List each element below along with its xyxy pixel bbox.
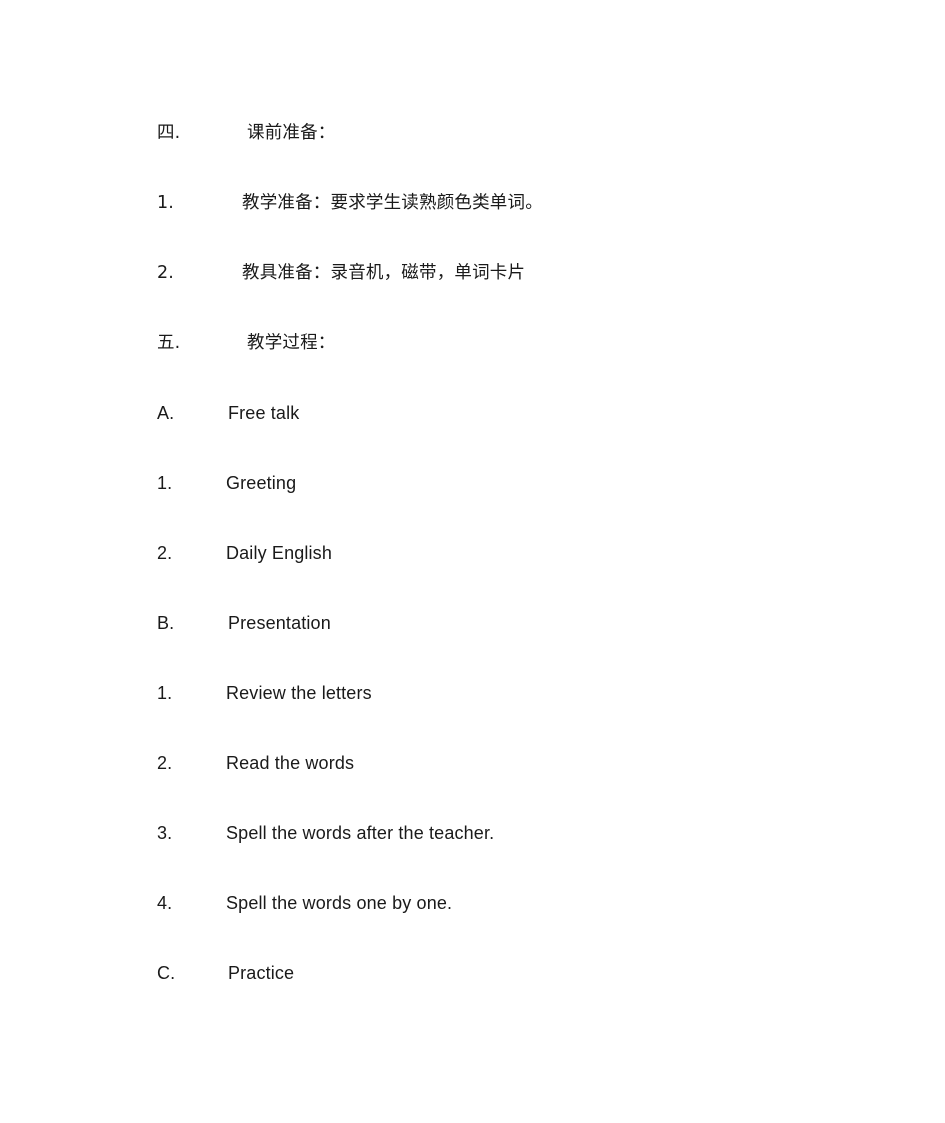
outline-line: A. Free talk <box>0 378 945 448</box>
outline-line: 四. 课前准备： <box>0 98 945 168</box>
list-content: Presentation <box>228 613 331 633</box>
list-marker: 五. <box>157 333 181 353</box>
list-marker: 1. <box>157 473 173 493</box>
outline-line: 五. 教学过程： <box>0 308 945 378</box>
list-marker: 四. <box>157 123 181 143</box>
outline-line: 1. Review the letters <box>0 658 945 728</box>
list-content: 教具准备：录音机，磁带，单词卡片 <box>242 263 526 283</box>
outline-line: 1. 教学准备：要求学生读熟颜色类单词。 <box>0 168 945 238</box>
list-content: 课前准备： <box>247 123 336 143</box>
list-content: Review the letters <box>226 683 372 703</box>
document-body: 四. 课前准备： 1. 教学准备：要求学生读熟颜色类单词。 2. 教具准备：录音… <box>0 98 945 1008</box>
list-content: Daily English <box>226 543 332 563</box>
outline-line: 3. Spell the words after the teacher. <box>0 798 945 868</box>
list-marker: A. <box>157 403 175 423</box>
list-content: 教学过程： <box>247 333 336 353</box>
list-content: Practice <box>228 963 295 983</box>
list-content: Greeting <box>226 473 297 493</box>
list-content: Spell the words after the teacher. <box>226 823 495 843</box>
list-content: Spell the words one by one. <box>226 893 453 913</box>
outline-line: 2. 教具准备：录音机，磁带，单词卡片 <box>0 238 945 308</box>
list-content: Free talk <box>228 403 300 423</box>
outline-line: B. Presentation <box>0 588 945 658</box>
outline-line: 2. Read the words <box>0 728 945 798</box>
outline-line: 4. Spell the words one by one. <box>0 868 945 938</box>
list-content: 教学准备：要求学生读熟颜色类单词。 <box>242 193 543 213</box>
list-marker: 3. <box>157 823 173 843</box>
list-marker: 1. <box>157 193 174 213</box>
list-content: Read the words <box>226 753 355 773</box>
document-page: 四. 课前准备： 1. 教学准备：要求学生读熟颜色类单词。 2. 教具准备：录音… <box>0 0 945 1123</box>
outline-line: 2. Daily English <box>0 518 945 588</box>
list-marker: 1. <box>157 683 173 703</box>
list-marker: 2. <box>157 263 174 283</box>
outline-line: C. Practice <box>0 938 945 1008</box>
list-marker: 2. <box>157 753 173 773</box>
list-marker: 4. <box>157 893 173 913</box>
list-marker: 2. <box>157 543 173 563</box>
outline-line: 1. Greeting <box>0 448 945 518</box>
list-marker: C. <box>157 963 176 983</box>
list-marker: B. <box>157 613 175 633</box>
